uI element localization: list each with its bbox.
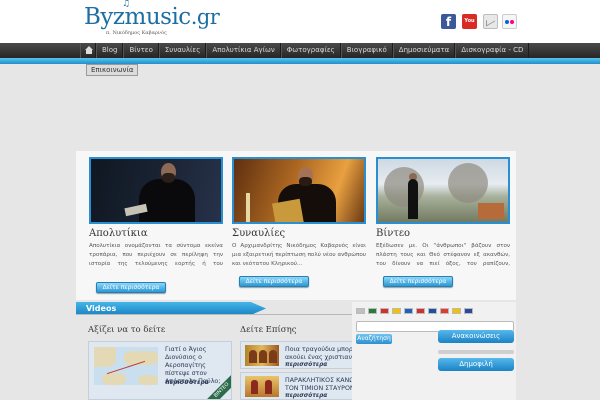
- divider: [76, 314, 368, 315]
- feature-image[interactable]: [232, 157, 366, 224]
- youtube-icon[interactable]: You Tube: [462, 14, 477, 39]
- see-also-title: Δείτε Επίσης: [240, 325, 297, 335]
- feature-concerts: Συναυλίες Ο Αρχιμανδρίτης Νικόδημος Καβα…: [232, 157, 366, 270]
- flag-icon[interactable]: [368, 308, 377, 314]
- more-button[interactable]: Δείτε περισσότερα: [239, 276, 309, 287]
- more-button[interactable]: Δείτε περισσότερα: [96, 282, 166, 293]
- priest-landscape-photo: [378, 159, 508, 222]
- flag-icon[interactable]: [392, 308, 401, 314]
- site-header: Byzmusic.gr ♫ π. Νικόδημος Καβαρνός f Yo…: [0, 0, 600, 43]
- divider: [438, 350, 514, 354]
- flag-icon[interactable]: [404, 308, 413, 314]
- more-button[interactable]: Δείτε περισσότερα: [383, 276, 453, 287]
- feature-text: Εξέδωσεν με. Οι "άνθρωποι" βάζουν στον π…: [376, 243, 510, 267]
- feature-text: Ο Αρχιμανδρίτης Νικόδημος Καβαρνός είναι…: [232, 243, 366, 267]
- flag-icon[interactable]: [440, 308, 449, 314]
- logo-subtitle: π. Νικόδημος Καβαρνός: [106, 30, 167, 36]
- more-link[interactable]: περισσότερα: [285, 362, 327, 368]
- featured-video-card[interactable]: Γιατί ο Άγιος Διονύσιος ο Αεροπαγίτης πί…: [88, 341, 232, 400]
- music-note-icon: ♫: [122, 0, 131, 9]
- feature-title: Συναυλίες: [232, 228, 286, 239]
- search-button[interactable]: Αναζήτηση: [356, 334, 392, 344]
- nav-item-photos[interactable]: Φωτογραφίες: [280, 43, 341, 58]
- nav-menu: Blog Βίντεο Συναυλίες Απολυτίκια Αγίων Φ…: [80, 43, 530, 58]
- site-logo[interactable]: Byzmusic.gr ♫ π. Νικόδημος Καβαρνός: [84, 0, 220, 36]
- flag-icon[interactable]: [380, 308, 389, 314]
- more-link[interactable]: περισσότερα: [285, 393, 327, 399]
- feature-text: Απολυτίκια ονομάζονται τα σύντομα εκείνα…: [89, 243, 223, 267]
- feature-image[interactable]: [376, 157, 510, 224]
- feature-videos: Βίντεο Εξέδωσεν με. Οι "άνθρωποι" βάζουν…: [376, 157, 510, 270]
- nav-item-publications[interactable]: Δημοσιεύματα: [392, 43, 456, 58]
- popular-button[interactable]: Δημοφιλή: [438, 358, 514, 371]
- flag-icon[interactable]: [356, 308, 365, 314]
- nav-item-biography[interactable]: Βιογραφικό: [340, 43, 393, 58]
- facebook-icon[interactable]: f: [441, 14, 456, 29]
- home-icon[interactable]: [80, 43, 96, 58]
- feature-image[interactable]: [89, 157, 223, 224]
- worth-seeing-title: Αξίζει να το δείτε: [88, 325, 166, 335]
- announcements-button[interactable]: Ανακοινώσεις: [438, 330, 514, 343]
- nav-item-concerts[interactable]: Συναυλίες: [158, 43, 207, 58]
- mail-icon[interactable]: [483, 14, 498, 29]
- flag-icon[interactable]: [416, 308, 425, 314]
- nav-item-apolytikia[interactable]: Απολυτίκια Αγίων: [206, 43, 281, 58]
- nav-item-contact[interactable]: Επικοινωνία: [86, 64, 139, 76]
- more-link[interactable]: περισσότερα: [165, 379, 209, 386]
- flag-icon[interactable]: [428, 308, 437, 314]
- map-thumbnail: [94, 347, 158, 385]
- priest-reading-photo: [91, 159, 221, 222]
- feature-apolytikia: Απολυτίκια Απολυτίκια ονομάζονται τα σύν…: [89, 157, 223, 270]
- icon-thumbnail: [245, 376, 279, 397]
- feature-title: Βίντεο: [376, 228, 411, 239]
- flag-icon[interactable]: [452, 308, 461, 314]
- logo-text: Byzmusic.gr: [84, 4, 220, 30]
- flickr-icon[interactable]: [502, 14, 517, 29]
- nav-item-videos[interactable]: Βίντεο: [123, 43, 159, 58]
- flag-icon[interactable]: [464, 308, 473, 314]
- priest-chanting-photo: [234, 159, 364, 222]
- nav-item-blog[interactable]: Blog: [96, 43, 124, 58]
- feature-title: Απολυτίκια: [89, 228, 148, 239]
- nav-item-discography[interactable]: Δισκογραφία - CD: [455, 43, 530, 58]
- language-flags: [356, 308, 473, 314]
- icon-thumbnail: [245, 345, 279, 366]
